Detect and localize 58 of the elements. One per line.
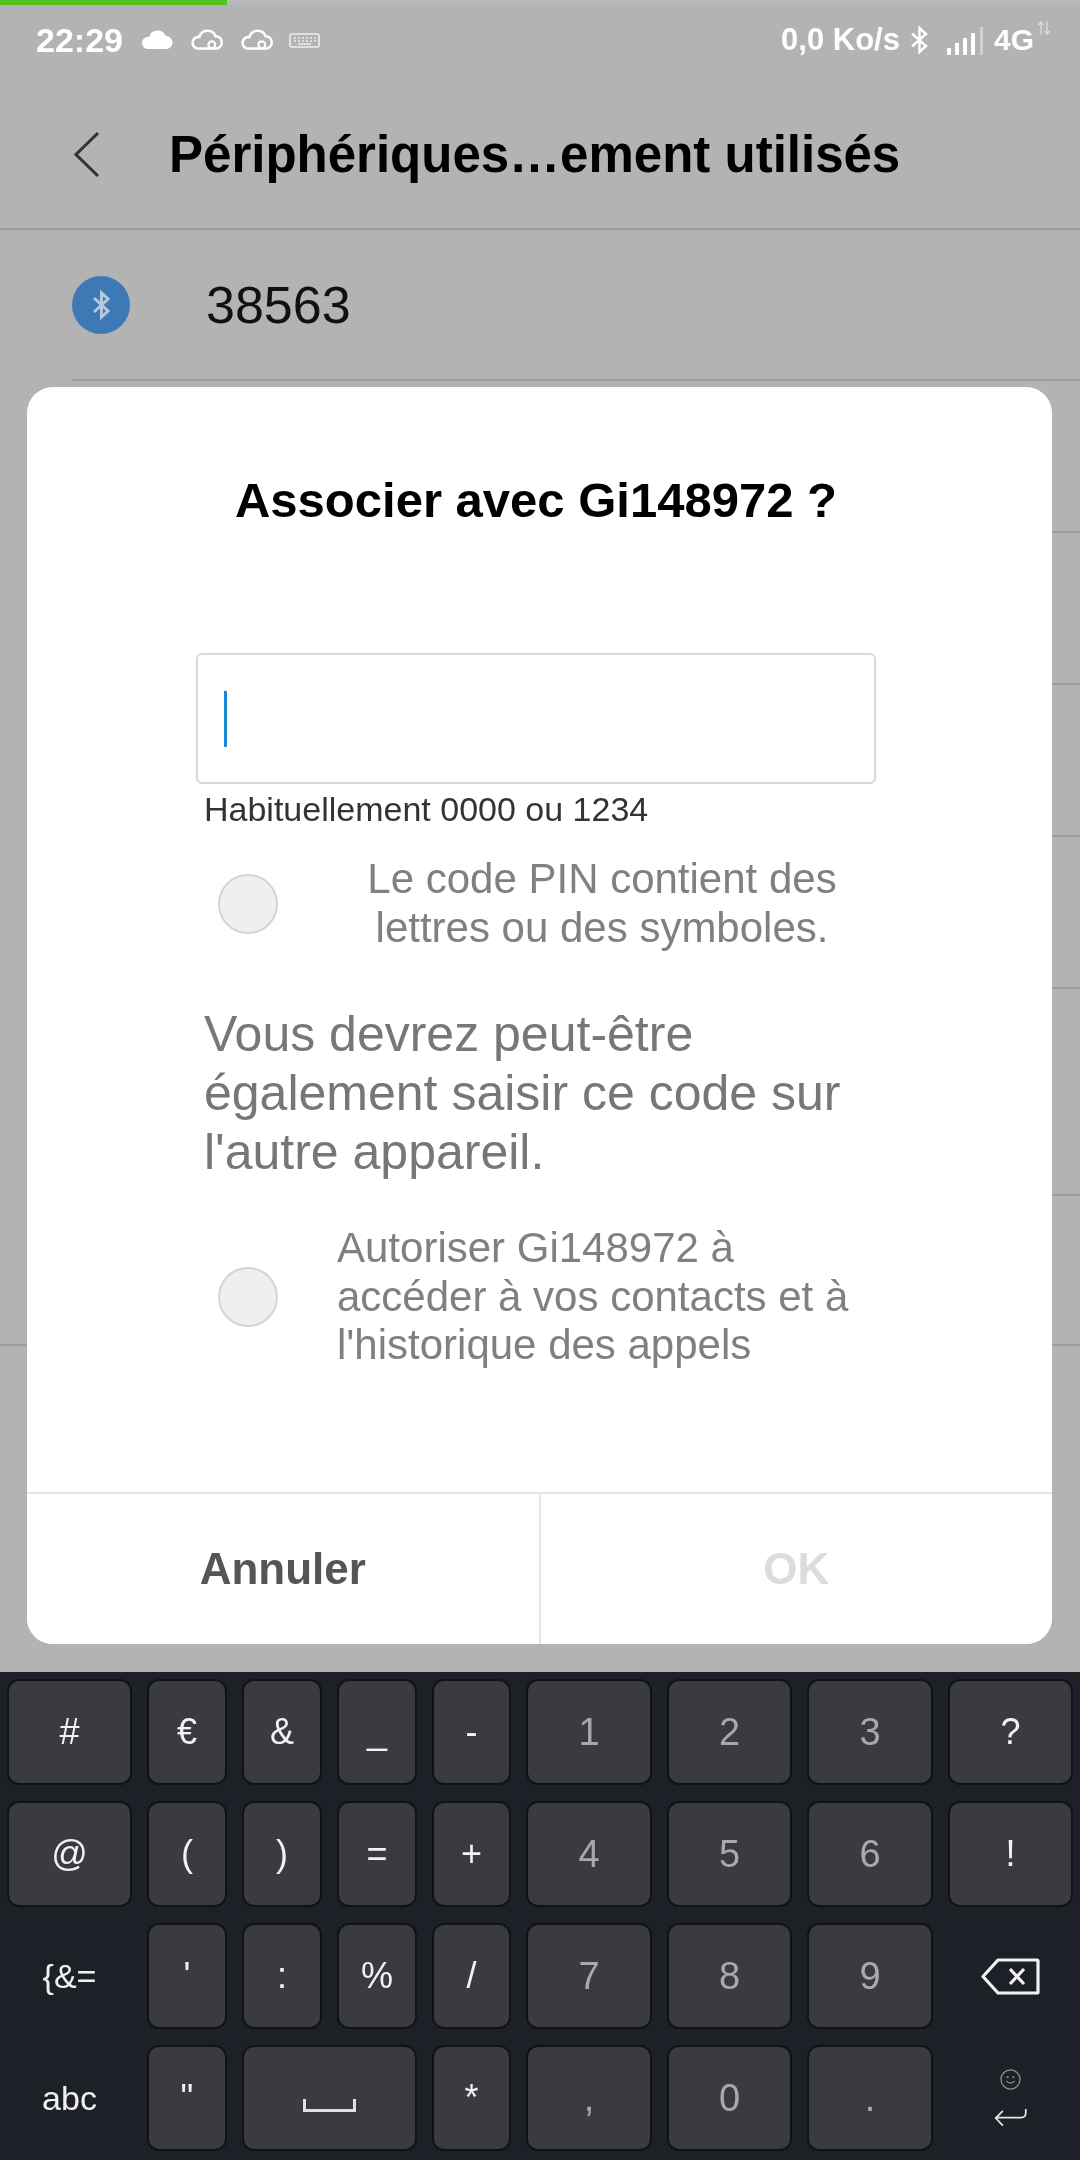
keyboard-key[interactable]: + [432, 1801, 511, 1907]
status-time: 22:29 [36, 20, 123, 60]
keyboard-key[interactable]: # [7, 1679, 132, 1785]
pin-hint: Habituellement 0000 ou 1234 [204, 789, 649, 829]
keyboard-key[interactable]: ) [242, 1801, 322, 1907]
smiley-icon [1000, 2069, 1021, 2090]
bluetooth-icon [72, 275, 130, 334]
keyboard-key[interactable]: ' [147, 1923, 227, 2029]
keyboard-key[interactable]: 0 [667, 2045, 792, 2151]
cloud-outline-icon [238, 29, 274, 51]
keyboard-key[interactable]: 9 [807, 1923, 933, 2029]
keyboard-key[interactable]: - [432, 1679, 511, 1785]
keyboard-key[interactable]: , [526, 2045, 652, 2151]
keyboard-key[interactable]: 7 [526, 1923, 652, 2029]
checkbox-label: Le code PIN contient des lettres ou des symboles. [366, 855, 838, 952]
keyboard-key[interactable]: € [147, 1679, 227, 1785]
keyboard-key[interactable]: 5 [667, 1801, 792, 1907]
keyboard-key[interactable]: @ [7, 1801, 132, 1907]
keyboard-key[interactable]: = [337, 1801, 417, 1907]
keyboard-key[interactable]: _ [337, 1679, 417, 1785]
data-rate: 0,0 Ko/s [781, 22, 900, 58]
space-bar-icon [303, 2098, 356, 2112]
cloud-icon [139, 30, 173, 50]
dialog-title: Associer avec Gi148972 ? [235, 472, 837, 529]
mode-switch-key[interactable]: {&= [42, 1956, 97, 1996]
keyboard-key[interactable]: 6 [807, 1801, 933, 1907]
enter-icon[interactable] [993, 2108, 1028, 2129]
keyboard-key[interactable]: 1 [526, 1679, 652, 1785]
pin-input-field[interactable] [196, 653, 876, 784]
keyboard-key[interactable]: & [242, 1679, 322, 1785]
keyboard-key[interactable]: 4 [526, 1801, 652, 1907]
keyboard-key[interactable]: 2 [667, 1679, 792, 1785]
keyboard-key[interactable]: . [807, 2045, 933, 2151]
bluetooth-icon [908, 25, 930, 55]
keyboard-icon [288, 32, 320, 48]
data-arrows-icon [1038, 20, 1050, 36]
keyboard-key[interactable]: * [432, 2045, 511, 2151]
space-key[interactable] [242, 2045, 417, 2151]
back-icon[interactable] [74, 130, 100, 178]
mode-switch-key[interactable]: abc [42, 2078, 97, 2118]
keyboard-key[interactable]: ! [948, 1801, 1073, 1907]
device-name[interactable]: 38563 [206, 274, 351, 335]
network-type: 4G [993, 23, 1034, 57]
keyboard-key[interactable]: ? [948, 1679, 1073, 1785]
keyboard-key[interactable]: " [147, 2045, 227, 2151]
backspace-icon[interactable] [981, 1957, 1040, 1995]
page-title: Périphériques…ement utilisés [169, 124, 901, 184]
checkbox-label: Autoriser Gi148972 à accéder à vos contacts et à l'historique des appels [337, 1224, 850, 1370]
keyboard-key[interactable]: 8 [667, 1923, 792, 2029]
keyboard-key[interactable]: : [242, 1923, 322, 2029]
note-text: Vous devrez peut-être également saisir ce code sur l'autre appareil. [204, 1005, 842, 1182]
keyboard-key[interactable]: / [432, 1923, 511, 2029]
signal-icon [945, 25, 985, 55]
keyboard-key[interactable]: ( [147, 1801, 227, 1907]
keyboard-key[interactable]: 3 [807, 1679, 933, 1785]
text-cursor-icon [224, 690, 227, 747]
keyboard-key[interactable]: % [337, 1923, 417, 2029]
cloud-outline-icon [188, 29, 224, 51]
